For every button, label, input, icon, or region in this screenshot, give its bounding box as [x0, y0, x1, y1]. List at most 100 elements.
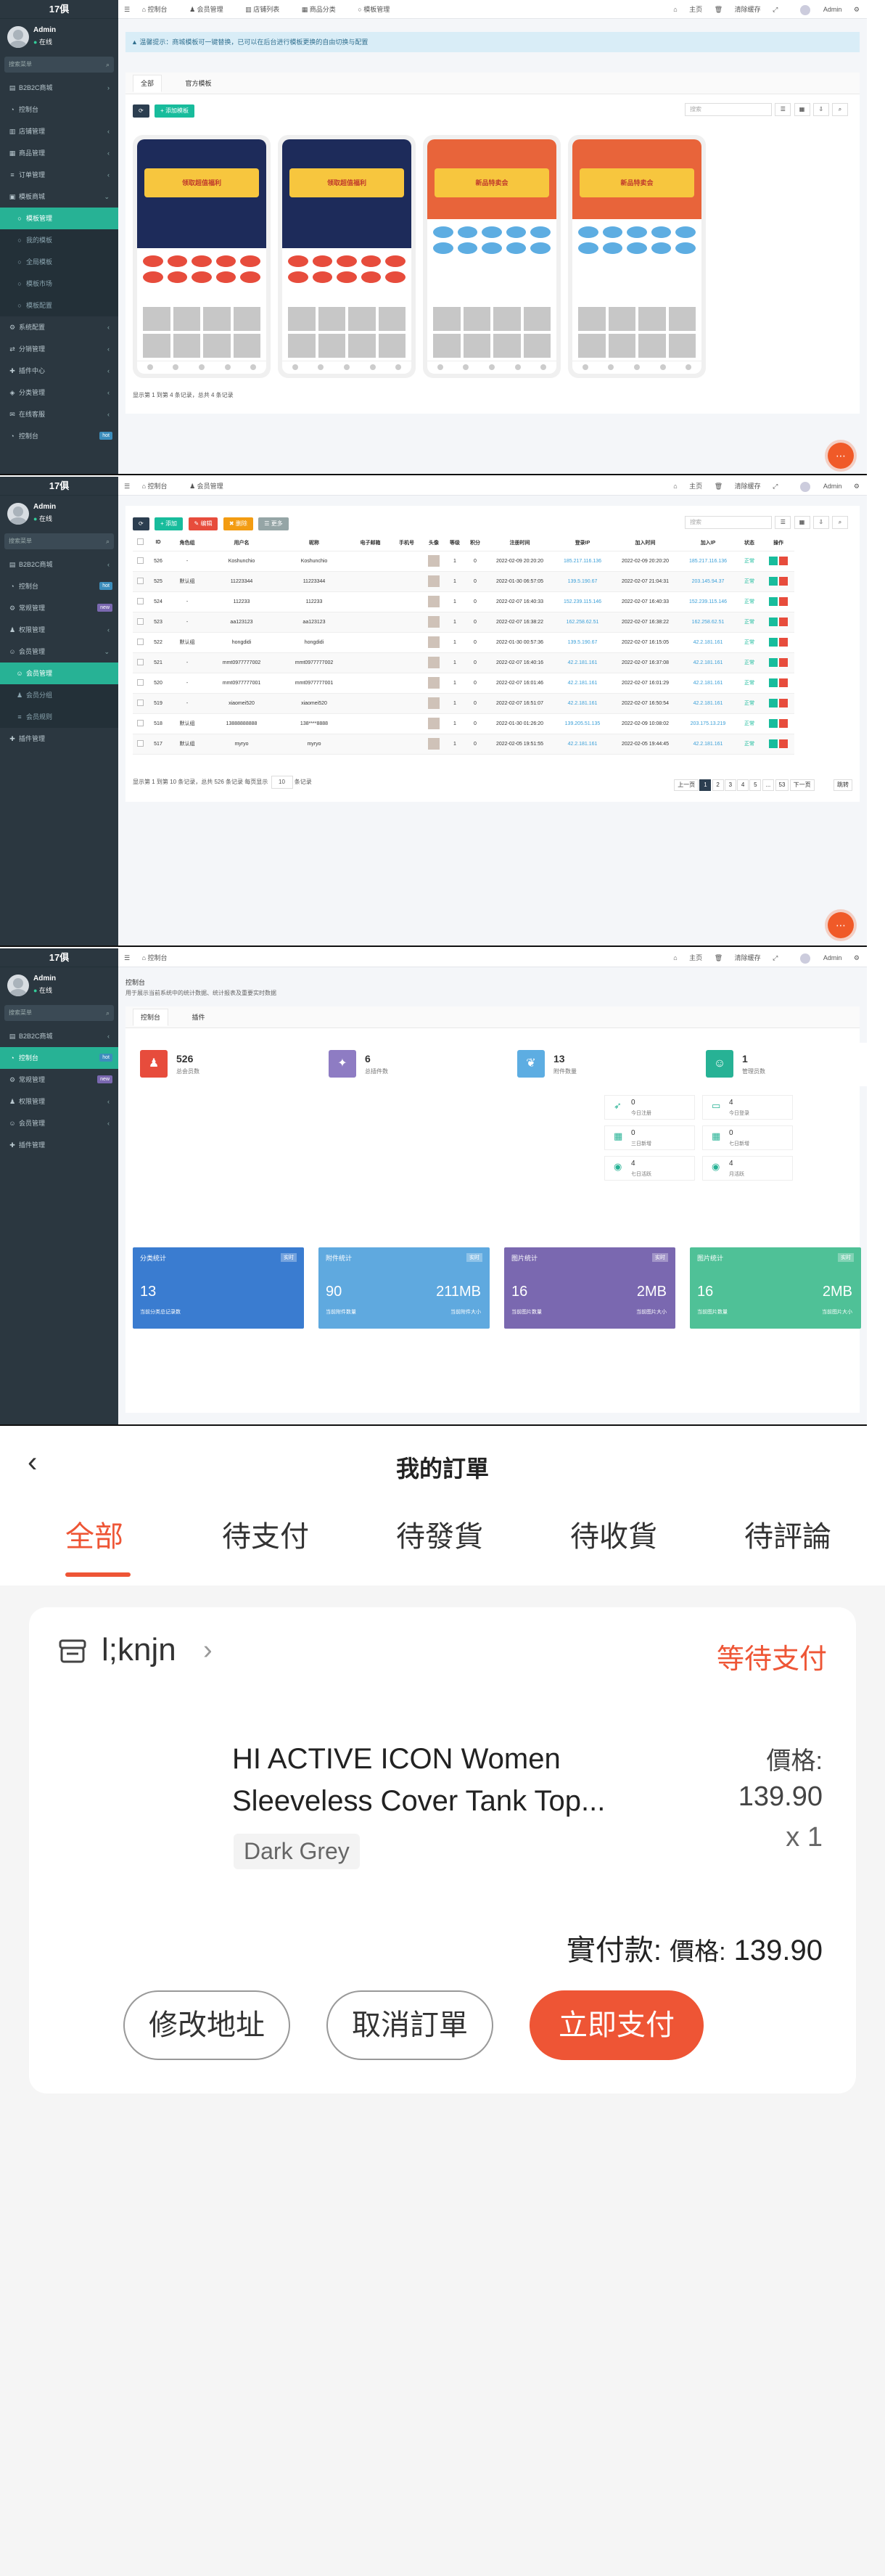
brand-logo[interactable]: 17俱 — [0, 0, 118, 19]
column-header[interactable]: 电子邮箱 — [350, 535, 390, 551]
checkbox[interactable] — [136, 577, 144, 584]
columns-icon[interactable]: ▦ — [794, 103, 810, 116]
template-card-4[interactable]: 新品特卖会 — [568, 135, 706, 378]
page-4[interactable]: 4 — [737, 779, 749, 791]
clear-cache-button[interactable]: 🗑 清除缓存 — [715, 483, 761, 490]
avatar-thumbnail[interactable] — [428, 677, 440, 689]
sidebar-search-input[interactable]: 搜索菜单 ⌕ — [4, 57, 114, 73]
edit-icon[interactable] — [769, 597, 778, 606]
checkbox[interactable] — [136, 597, 144, 604]
sidebar-item-template-manage[interactable]: ○ 模板管理 — [0, 208, 118, 229]
search-icon[interactable]: ⌕ — [106, 533, 110, 549]
pay-now-button[interactable]: 立即支付 — [530, 1990, 704, 2060]
table-row[interactable]: 519- xiaomei520 xiaomei520 1 0 2022-02-07 16:… — [133, 693, 794, 714]
table-row[interactable]: 524-112233 112233 1 0 2022-02-07 16:40:33 152… — [133, 591, 794, 612]
page-prev[interactable]: 上一页 — [674, 779, 699, 791]
checkbox[interactable] — [136, 557, 144, 564]
column-header[interactable]: 加入时间 — [611, 535, 680, 551]
list-view-icon[interactable]: ☰ — [775, 516, 791, 529]
table-row[interactable]: 520- mmt0977777001 mmt0977777001 1 0 2022-02-… — [133, 673, 794, 694]
sidebar-item-category[interactable]: ◈ 分类管理 ‹ — [0, 382, 118, 403]
row-checkbox-cell[interactable] — [133, 591, 147, 612]
page-next[interactable]: 下一页 — [789, 779, 815, 791]
sidebar-item-members[interactable]: ☺ 会员管理 ‹ — [0, 1112, 118, 1134]
add-template-button[interactable]: + 添加模板 — [155, 104, 195, 118]
row-checkbox-cell[interactable] — [133, 612, 147, 633]
delete-icon[interactable] — [779, 719, 788, 728]
column-header[interactable]: 昵称 — [278, 535, 350, 551]
page-1[interactable]: 1 — [699, 779, 712, 791]
sidebar-item-shops[interactable]: ▥ 店铺管理 ‹ — [0, 120, 118, 142]
delete-icon[interactable] — [779, 618, 788, 626]
row-checkbox-cell[interactable] — [133, 551, 147, 572]
search-icon[interactable]: ⌕ — [832, 516, 848, 529]
column-header[interactable]: 注册时间 — [485, 535, 554, 551]
tab-all[interactable]: 全部 — [133, 75, 162, 92]
sidebar-item-template-config[interactable]: ○ 模板配置 — [0, 295, 118, 316]
menu-toggle-icon[interactable]: ☰ — [124, 483, 130, 490]
checkbox[interactable] — [136, 699, 144, 706]
clear-cache-button[interactable]: 🗑 清除缓存 — [715, 6, 761, 13]
template-card-3[interactable]: 新品特卖会 — [423, 135, 561, 378]
sidebar-item-permission[interactable]: ♟ 权限管理 ‹ — [0, 619, 118, 641]
add-button[interactable]: + 添加 — [155, 517, 184, 530]
table-row[interactable]: 517 默认组 myryo myryo 1 0 2022-02-05 19:51:55 42.… — [133, 734, 794, 755]
sidebar-item-member-group[interactable]: ♟ 会员分组 — [0, 684, 118, 706]
edit-icon[interactable] — [769, 557, 778, 565]
edit-icon[interactable] — [769, 638, 778, 647]
tab-pending-review[interactable]: 待評論 — [744, 1513, 831, 1555]
list-view-icon[interactable]: ☰ — [775, 103, 791, 116]
tab-members[interactable]: ♟ 会员管理 — [189, 6, 234, 13]
search-input[interactable]: 搜索 — [685, 516, 773, 529]
product-name[interactable]: HI ACTIVE ICON Women Sleeveless Cover Ta… — [232, 1738, 682, 1822]
edit-button[interactable]: ✎ 编辑 — [188, 517, 218, 530]
avatar-thumbnail[interactable] — [428, 575, 440, 587]
avatar-thumbnail[interactable] — [428, 596, 440, 607]
table-row[interactable]: 526- Koshunchio Koshunchio 1 0 2022-02-09 20:… — [133, 551, 794, 572]
tab-pending-payment[interactable]: 待支付 — [222, 1513, 309, 1555]
sidebar-item-dashboard[interactable]: ◔ 控制台 hot — [0, 1047, 118, 1069]
row-checkbox-cell[interactable] — [133, 652, 147, 673]
sidebar-item-plugins[interactable]: ✚ 插件管理 — [0, 728, 118, 750]
table-row[interactable]: 518 默认组 13888888888 138****8888 1 0 2022-01-30… — [133, 713, 794, 734]
row-checkbox-cell[interactable] — [133, 693, 147, 714]
tab-pending-receipt[interactable]: 待收貨 — [570, 1513, 657, 1555]
edit-icon[interactable] — [769, 699, 778, 707]
chat-fab-button[interactable]: ⋯ — [828, 443, 854, 469]
row-checkbox-cell[interactable] — [133, 632, 147, 653]
avatar-thumbnail[interactable] — [428, 657, 440, 668]
sidebar-item-dashboard[interactable]: ◔ 控制台 hot — [0, 575, 118, 597]
edit-icon[interactable] — [769, 618, 778, 626]
sidebar-item-goods[interactable]: ▦ 商品管理 ‹ — [0, 142, 118, 164]
tab-console[interactable]: ⌂ 控制台 — [142, 6, 178, 13]
page-5[interactable]: 5 — [749, 779, 762, 791]
delete-icon[interactable] — [779, 739, 788, 748]
columns-icon[interactable]: ▦ — [794, 516, 810, 529]
page-53[interactable]: 53 — [775, 779, 789, 791]
page-3[interactable]: 3 — [724, 779, 736, 791]
sidebar-item-member-manage[interactable]: ☺ 会员管理 — [0, 663, 118, 684]
delete-button[interactable]: ✖ 删除 — [223, 517, 253, 530]
page-2[interactable]: 2 — [712, 779, 724, 791]
export-icon[interactable]: ⇩ — [812, 516, 829, 529]
fullscreen-icon[interactable]: ⤢ — [773, 483, 778, 490]
tab-members[interactable]: ♟ 会员管理 — [189, 483, 234, 490]
select-all-checkbox[interactable] — [133, 535, 147, 551]
sidebar-item-template-mall[interactable]: ▣ 模板商城 ⌄ — [0, 186, 118, 208]
sidebar-item-service[interactable]: ✉ 在线客服 ‹ — [0, 403, 118, 425]
column-header[interactable]: 积分 — [465, 535, 485, 551]
search-icon[interactable]: ⌕ — [106, 1005, 110, 1021]
delete-icon[interactable] — [779, 638, 788, 647]
column-header[interactable]: 角色组 — [169, 535, 205, 551]
column-header[interactable]: 用户名 — [205, 535, 278, 551]
delete-icon[interactable] — [779, 557, 788, 565]
avatar-thumbnail[interactable] — [428, 616, 440, 628]
delete-icon[interactable] — [779, 699, 788, 707]
more-button[interactable]: ☰ 更多 — [258, 517, 289, 530]
sidebar-search-input[interactable]: 搜索菜单 ⌕ — [4, 1005, 114, 1021]
column-header[interactable]: 头像 — [423, 535, 445, 551]
column-header[interactable]: 状态 — [736, 535, 762, 551]
sidebar-item-orders[interactable]: ≡ 订单管理 ‹ — [0, 164, 118, 186]
brand-logo[interactable]: 17俱 — [0, 948, 118, 967]
sidebar-item-member-rule[interactable]: ≡ 会员规则 — [0, 706, 118, 728]
